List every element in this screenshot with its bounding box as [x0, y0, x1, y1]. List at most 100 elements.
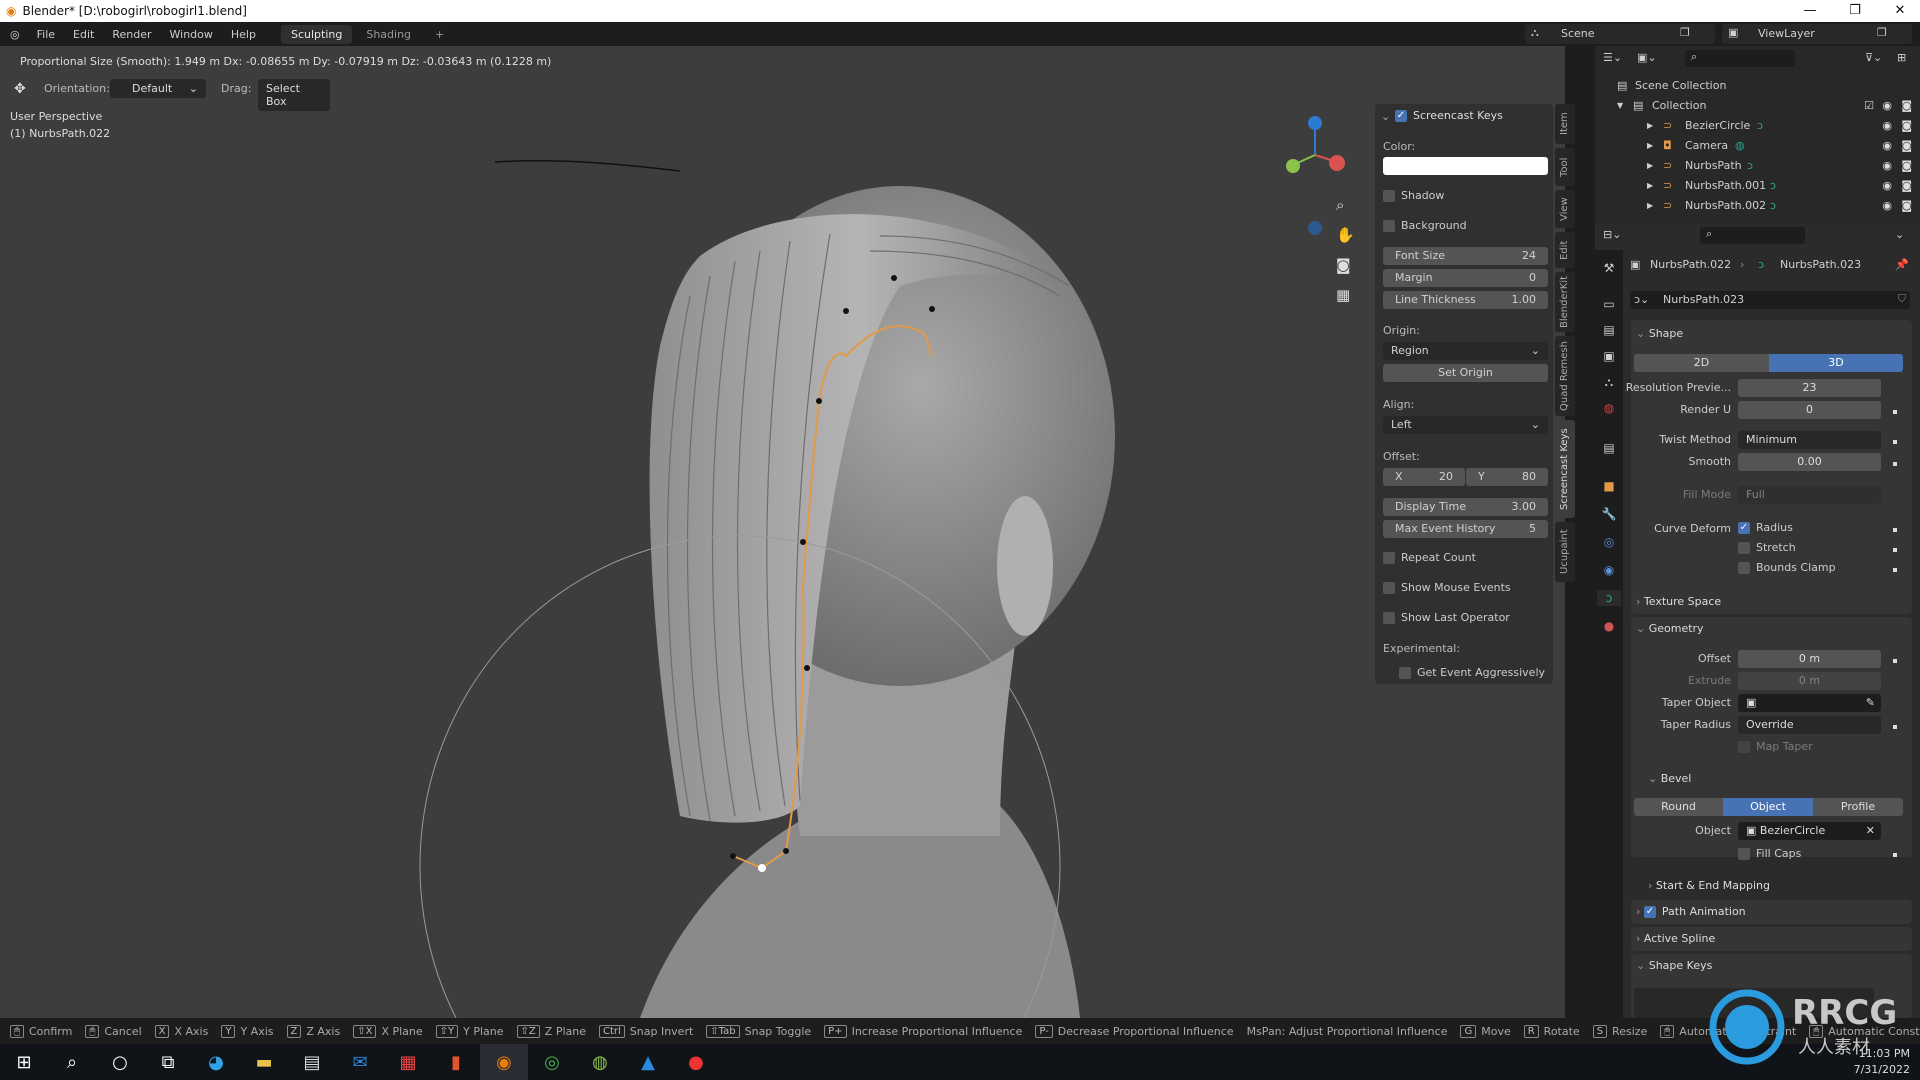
color-swatch[interactable]: [1383, 157, 1548, 175]
drag-dropdown[interactable]: Select Box: [258, 79, 330, 111]
task-view-icon[interactable]: ⧉: [144, 1044, 192, 1080]
align-dropdown[interactable]: Left ⌄: [1383, 416, 1548, 434]
render-icon[interactable]: ▭: [1601, 296, 1617, 312]
modifier-wrench-icon[interactable]: 🔧: [1601, 506, 1617, 522]
material-icon[interactable]: ●: [1601, 618, 1617, 634]
recorder-icon[interactable]: ●: [672, 1044, 720, 1080]
store-icon[interactable]: ▤: [288, 1044, 336, 1080]
eye-icon[interactable]: ◉: [1882, 116, 1892, 136]
menu-window[interactable]: Window: [163, 28, 220, 41]
outliner-row-nurbspath-002[interactable]: ▶ ⊃ NurbsPath.002 ↄ ◉ ◙: [1595, 196, 1920, 216]
radius-checkbox[interactable]: ✓ Radius: [1738, 521, 1793, 534]
camera-view-icon[interactable]: ◙: [1336, 256, 1351, 274]
render-camera-icon[interactable]: ◙: [1901, 196, 1912, 216]
screencast-enable-checkbox[interactable]: ✓ Screencast Keys: [1395, 109, 1503, 122]
curve-data-icon[interactable]: ↄ: [1597, 590, 1621, 606]
fake-user-shield-icon[interactable]: ⛉: [1898, 292, 1906, 306]
get-event-aggressively-checkbox[interactable]: Get Event Aggressively: [1399, 666, 1545, 679]
show-last-operator-checkbox[interactable]: Show Last Operator: [1383, 611, 1510, 624]
eyedropper-icon[interactable]: ✎: [1866, 694, 1875, 712]
navigation-gizmo[interactable]: [1275, 110, 1355, 240]
dimension-3d-button[interactable]: 3D: [1769, 354, 1903, 372]
shape-header[interactable]: ⌄ Shape: [1636, 327, 1683, 340]
show-mouse-events-checkbox[interactable]: Show Mouse Events: [1383, 581, 1511, 594]
keyframe-dot[interactable]: [1893, 462, 1897, 466]
eye-icon[interactable]: ◉: [1882, 176, 1892, 196]
keyframe-dot[interactable]: [1893, 853, 1897, 857]
blender-icon[interactable]: ◉: [480, 1044, 528, 1080]
tab-edit[interactable]: Edit: [1555, 232, 1575, 268]
eye-icon[interactable]: ◉: [1882, 196, 1892, 216]
outliner-row-scene-collection[interactable]: ▤ Scene Collection: [1595, 76, 1920, 96]
transform-tool-icon[interactable]: ✥: [14, 81, 26, 97]
tab-view[interactable]: View: [1555, 190, 1575, 228]
shadow-checkbox[interactable]: Shadow: [1383, 189, 1444, 202]
edge-icon[interactable]: ◕: [192, 1044, 240, 1080]
smooth-field[interactable]: 0.00: [1738, 453, 1881, 471]
office-icon[interactable]: ▮: [432, 1044, 480, 1080]
pan-hand-icon[interactable]: ✋: [1336, 226, 1355, 244]
physics-icon[interactable]: ◉: [1601, 562, 1617, 578]
chrome-icon[interactable]: ◎: [528, 1044, 576, 1080]
3d-viewport[interactable]: Proportional Size (Smooth): 1.949 m Dx: …: [0, 46, 1565, 1018]
fill-caps-checkbox[interactable]: Fill Caps: [1738, 847, 1801, 860]
eye-icon[interactable]: ◉: [1882, 156, 1892, 176]
keyframe-dot[interactable]: [1893, 568, 1897, 572]
twist-method-dropdown[interactable]: Minimum: [1738, 431, 1881, 449]
app-green-icon[interactable]: ◍: [576, 1044, 624, 1080]
keyframe-dot[interactable]: [1893, 528, 1897, 532]
editor-type-icon[interactable]: ⊟⌄: [1603, 228, 1621, 241]
render-u-field[interactable]: 0: [1738, 401, 1881, 419]
keyframe-dot[interactable]: [1893, 548, 1897, 552]
datablock-name[interactable]: NurbsPath.023: [1663, 293, 1744, 306]
grid-view-icon[interactable]: ▦: [1336, 286, 1350, 304]
keyframe-dot[interactable]: [1893, 410, 1897, 414]
offset-y-field[interactable]: Y 80: [1466, 468, 1548, 486]
viewlayer-selector[interactable]: ▣ ViewLayer ❐: [1722, 24, 1912, 44]
tab-blenderkit[interactable]: BlenderKit: [1555, 272, 1575, 332]
close-button[interactable]: ✕: [1880, 0, 1920, 22]
bevel-object-field[interactable]: ▣ BezierCircle ✕: [1738, 822, 1881, 840]
active-spline-header[interactable]: › Active Spline: [1636, 932, 1715, 945]
tab-tool[interactable]: Tool: [1555, 148, 1575, 186]
output-icon[interactable]: ▤: [1601, 322, 1617, 338]
origin-dropdown[interactable]: Region ⌄: [1383, 342, 1548, 360]
file-explorer-icon[interactable]: ▬: [240, 1044, 288, 1080]
render-camera-icon[interactable]: ◙: [1901, 96, 1912, 116]
line-thickness-field[interactable]: Line Thickness 1.00: [1383, 291, 1548, 309]
outliner-row-nurbspath-001[interactable]: ▶ ⊃ NurbsPath.001 ↄ ◉ ◙: [1595, 176, 1920, 196]
taper-radius-dropdown[interactable]: Override: [1738, 716, 1881, 734]
render-camera-icon[interactable]: ◙: [1901, 116, 1912, 136]
filter-icon[interactable]: ⊽⌄: [1865, 51, 1882, 64]
path-animation-header[interactable]: › ✓ Path Animation: [1636, 905, 1746, 918]
bevel-object-button[interactable]: Object: [1723, 798, 1813, 816]
dimension-2d-button[interactable]: 2D: [1634, 354, 1769, 372]
tab-item[interactable]: Item: [1555, 104, 1575, 144]
photos-icon[interactable]: ▲: [624, 1044, 672, 1080]
view-layer-icon[interactable]: ▣: [1601, 348, 1617, 364]
eye-icon[interactable]: ◉: [1882, 136, 1892, 156]
tool-icon[interactable]: ⚒: [1601, 260, 1617, 276]
keyframe-dot[interactable]: [1893, 440, 1897, 444]
mail-icon[interactable]: ✉: [336, 1044, 384, 1080]
eye-icon[interactable]: ◉: [1882, 96, 1892, 116]
offset-x-field[interactable]: X 20: [1383, 468, 1465, 486]
zoom-icon[interactable]: ⌕: [1336, 196, 1344, 214]
menu-edit[interactable]: Edit: [66, 28, 101, 41]
outliner-row-collection[interactable]: ▼ ▤ Collection ☑ ◉ ◙: [1595, 96, 1920, 116]
render-camera-icon[interactable]: ◙: [1901, 176, 1912, 196]
filter-view-icon[interactable]: ▣⌄: [1637, 51, 1657, 64]
blender-menu-icon[interactable]: ◎: [10, 28, 20, 41]
font-size-field[interactable]: Font Size 24: [1383, 247, 1548, 265]
menu-help[interactable]: Help: [224, 28, 263, 41]
background-checkbox[interactable]: Background: [1383, 219, 1467, 232]
clear-x-icon[interactable]: ✕: [1866, 822, 1875, 840]
particles-icon[interactable]: ◎: [1601, 534, 1617, 550]
max-history-field[interactable]: Max Event History 5: [1383, 520, 1548, 538]
start-end-mapping-header[interactable]: › Start & End Mapping: [1648, 879, 1770, 892]
set-origin-button[interactable]: Set Origin: [1383, 364, 1548, 382]
outliner-row-nurbspath[interactable]: ▶ ⊃ NurbsPath ↄ ◉ ◙: [1595, 156, 1920, 176]
outliner-row-camera[interactable]: ▶ ◘ Camera ◍ ◉ ◙: [1595, 136, 1920, 156]
breadcrumb-data[interactable]: NurbsPath.023: [1780, 258, 1861, 271]
keyframe-dot[interactable]: [1893, 659, 1897, 663]
